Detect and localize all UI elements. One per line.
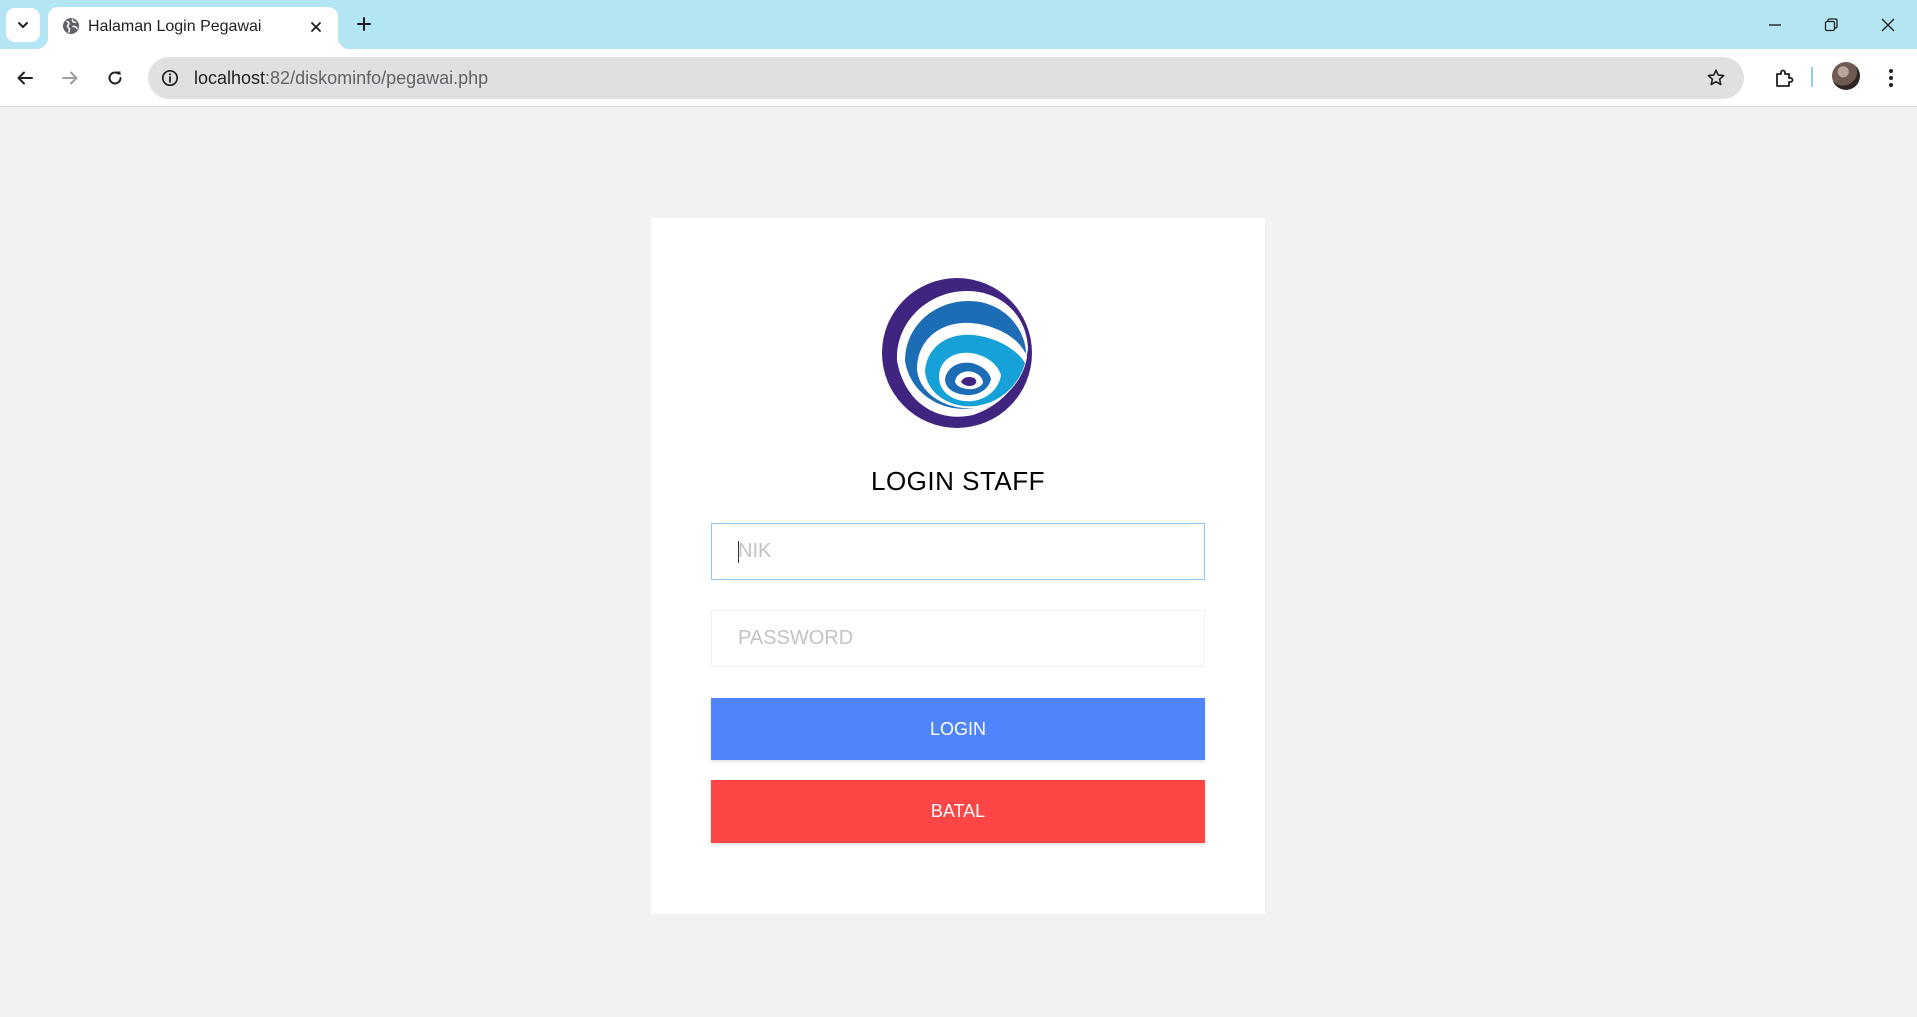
minimize-button[interactable] <box>1747 0 1803 49</box>
new-tab-button[interactable] <box>350 10 378 38</box>
reload-icon <box>108 71 122 85</box>
url-path: :82/diskominfo/pegawai.php <box>265 68 489 88</box>
browser-tab-active[interactable]: Halaman Login Pegawai <box>36 7 350 49</box>
puzzle-icon <box>1776 69 1794 87</box>
tab-close-button[interactable] <box>304 15 328 39</box>
browser-toolbar: localhost:82/diskominfo/pegawai.php <box>0 49 1917 107</box>
close-icon <box>1881 18 1895 31</box>
close-window-button[interactable] <box>1860 0 1916 49</box>
arrow-right-icon <box>62 71 78 85</box>
site-info-button[interactable] <box>158 66 182 90</box>
reload-button[interactable] <box>98 61 132 95</box>
url-text[interactable]: localhost:82/diskominfo/pegawai.php <box>194 68 488 89</box>
restore-icon <box>1824 17 1838 31</box>
browser-tabstrip: Halaman Login Pegawai <box>0 0 1917 49</box>
back-button[interactable] <box>8 61 42 95</box>
address-bar[interactable]: localhost:82/diskominfo/pegawai.php <box>148 57 1744 99</box>
login-card: LOGIN STAFF LOGIN BATAL <box>651 218 1265 914</box>
minimize-icon <box>1769 23 1781 26</box>
password-input[interactable] <box>711 610 1205 667</box>
star-icon <box>1707 69 1725 86</box>
profile-avatar[interactable] <box>1832 62 1860 90</box>
text-cursor <box>738 541 739 563</box>
chevron-down-icon <box>18 22 28 28</box>
bookmark-button[interactable] <box>1704 66 1728 90</box>
info-icon <box>161 69 179 87</box>
arrow-left-icon <box>17 71 33 85</box>
plus-icon <box>357 17 371 31</box>
nik-input[interactable] <box>711 523 1205 580</box>
kebab-menu-icon <box>1889 69 1893 87</box>
close-icon <box>311 22 321 32</box>
tab-search-button[interactable] <box>6 8 40 42</box>
extensions-button[interactable] <box>1767 61 1801 95</box>
kominfo-logo <box>882 278 1032 428</box>
login-button[interactable]: LOGIN <box>711 698 1205 760</box>
cancel-button[interactable]: BATAL <box>711 780 1205 843</box>
globe-icon <box>63 18 79 34</box>
login-title: LOGIN STAFF <box>870 466 1046 496</box>
tab-title: Halaman Login Pegawai <box>88 18 262 35</box>
restore-button[interactable] <box>1803 0 1859 49</box>
url-host: localhost <box>194 68 266 88</box>
forward-button[interactable] <box>53 61 87 95</box>
toolbar-divider <box>1811 67 1813 87</box>
browser-menu-button[interactable] <box>1874 61 1908 95</box>
